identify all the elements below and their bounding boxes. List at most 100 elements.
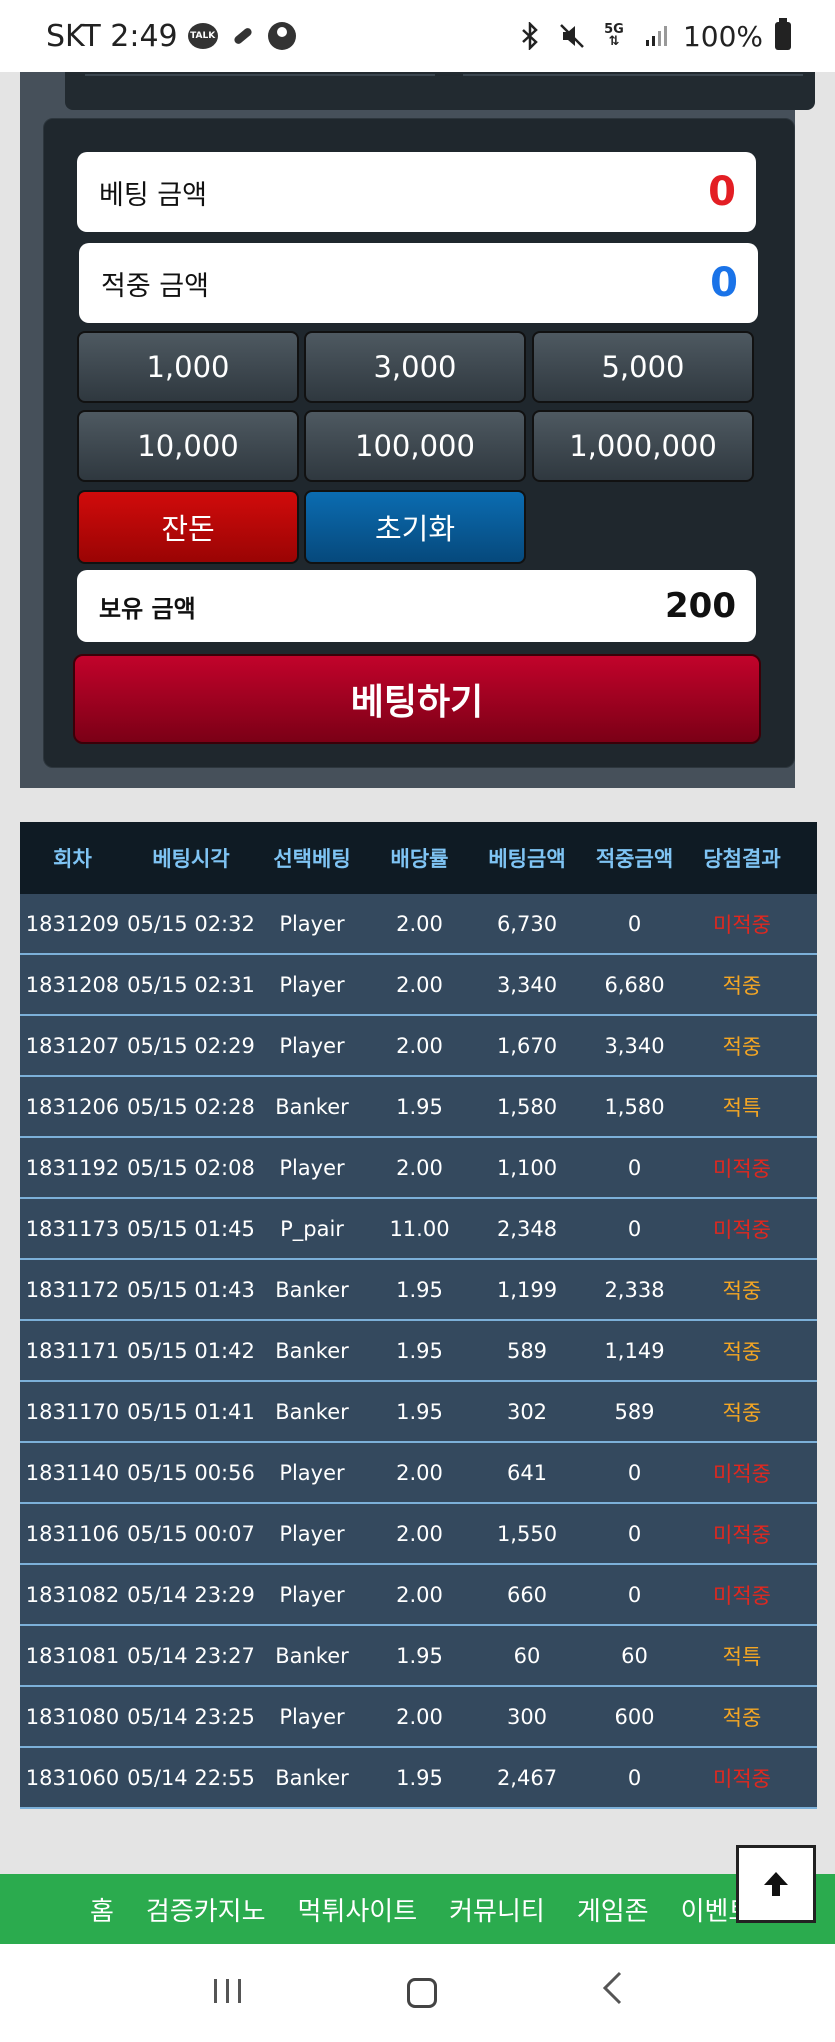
nav-verified-casino[interactable]: 검증카지노 [146,1891,266,1928]
table-row: 1831207 05/15 02:29 Player 2.00 1,670 3,340 적중 [20,1016,817,1077]
win-amount-label: 적중 금액 [101,270,209,302]
win-amount-cell: 0 [627,1216,642,1241]
win-amount-cell: 589 [614,1399,655,1424]
bet-amount-cell: 1,670 [496,1033,558,1058]
bet-amount-cell: 60 [513,1643,541,1668]
result-cell: 적특 [722,1644,762,1669]
column-header: 적중금액 [595,847,674,871]
table-row: 1831171 05/15 01:42 Banker 1.95 589 1,149 적중 [20,1321,817,1382]
result-cell: 미적중 [713,1766,771,1791]
chip-button[interactable]: 100,000 [304,410,526,482]
time-cell: 05/15 01:42 [127,1338,255,1363]
bottom-nav: 홈 검증카지노 먹튀사이트 커뮤니티 게임존 이벤트 [0,1874,835,1944]
column-header: 배당률 [390,847,449,871]
bet-amount-cell: 589 [506,1338,548,1363]
odds-cell: 1.95 [396,1277,443,1302]
time-cell: 05/15 02:29 [127,1033,255,1058]
win-amount-cell: 2,338 [604,1277,665,1302]
time-cell: 05/15 02:32 [127,911,255,936]
divider [463,72,803,76]
round-cell: 1831208 [25,972,120,997]
account-icon [267,22,296,50]
recent-apps-icon[interactable] [211,1970,245,2016]
scroll-to-top-button[interactable] [736,1845,816,1923]
table-body: 1831209 05/15 02:32 Player 2.00 6,730 0 미적중 183… [20,894,817,1809]
pick-cell: Player [279,1155,345,1180]
column-header: 베팅시각 [152,847,230,871]
bet-amount-cell: 302 [506,1399,548,1424]
odds-cell: 11.00 [389,1216,450,1241]
time-cell: 05/14 23:27 [127,1643,255,1668]
win-amount-cell: 1,149 [604,1338,665,1363]
battery-icon [775,18,791,50]
odds-cell: 1.95 [396,1765,443,1790]
chip-button[interactable]: 10,000 [77,410,299,482]
result-cell: 적중 [722,1278,762,1303]
chip-button[interactable]: 3,000 [304,331,526,403]
divider [85,72,435,76]
nav-community[interactable]: 커뮤니티 [449,1891,545,1928]
round-cell: 1831082 [25,1582,120,1607]
nav-game-zone[interactable]: 게임존 [577,1891,649,1928]
chip-button[interactable]: 1,000,000 [532,410,754,482]
round-cell: 1831172 [25,1277,120,1302]
odds-cell: 2.00 [396,1521,443,1546]
bet-amount-value: 0 [708,169,736,215]
odds-cell: 1.95 [396,1094,443,1119]
pick-cell: Banker [275,1399,349,1424]
holding-amount-label: 보유 금액 [99,594,196,623]
win-amount-field: 적중 금액 0 [79,243,758,323]
win-amount-cell: 0 [627,1155,642,1180]
table-header: 회차 베팅시각 선택베팅 배당률 베팅금액 적중금액 당첨결과 [20,822,817,894]
pick-cell: Player [279,1582,345,1607]
time-cell: 05/15 02:31 [127,972,255,997]
win-amount-cell: 6,680 [604,972,665,997]
win-amount-cell: 0 [627,1521,642,1546]
mute-icon [557,21,587,51]
back-icon[interactable] [600,1970,624,2016]
chip-button[interactable]: 5,000 [532,331,754,403]
top-strip [65,72,815,110]
win-amount-cell: 0 [627,1582,642,1607]
nav-home[interactable]: 홈 [90,1891,114,1928]
nav-scam-sites[interactable]: 먹튀사이트 [298,1891,418,1928]
pill-icon [228,21,258,51]
bet-amount-cell: 1,199 [496,1277,558,1302]
win-amount-cell: 0 [627,1765,642,1790]
table-row: 1831080 05/14 23:25 Player 2.00 300 600 적중 [20,1687,817,1748]
odds-cell: 2.00 [396,1582,443,1607]
time-cell: 05/15 00:07 [127,1521,255,1546]
bet-history-table: 회차 베팅시각 선택베팅 배당률 베팅금액 적중금액 당첨결과 1831209 0… [20,822,817,1809]
table-row: 1831173 05/15 01:45 P_pair 11.00 2,348 0 미적중 [20,1199,817,1260]
table-row: 1831140 05/15 00:56 Player 2.00 641 0 미적중 [20,1443,817,1504]
change-button[interactable]: 잔돈 [77,490,299,564]
odds-cell: 2.00 [396,1460,443,1485]
carrier-time: SKT 2:49 [46,18,178,54]
pick-cell: P_pair [280,1216,344,1241]
win-amount-cell: 60 [621,1643,648,1668]
home-icon[interactable] [407,1978,438,2008]
battery-percent: 100% [682,19,763,53]
pick-cell: Player [279,1521,345,1546]
column-header: 회차 [53,847,92,871]
round-cell: 1831192 [25,1155,120,1180]
win-amount-cell: 600 [614,1704,655,1729]
reset-button[interactable]: 초기화 [304,490,526,564]
time-cell: 05/15 02:28 [127,1094,255,1119]
result-cell: 미적중 [713,912,771,937]
pick-cell: Player [279,911,345,936]
result-cell: 미적중 [713,1583,771,1608]
holding-amount-field: 보유 금액 200 [77,570,756,642]
odds-cell: 2.00 [396,911,443,936]
result-cell: 미적중 [713,1522,771,1547]
result-cell: 적중 [722,1400,762,1425]
bet-amount-cell: 3,340 [496,972,558,997]
pick-cell: Banker [275,1094,349,1119]
place-bet-button[interactable]: 베팅하기 [73,654,761,744]
odds-cell: 1.95 [396,1399,443,1424]
bluetooth-icon [515,21,545,51]
round-cell: 1831173 [25,1216,120,1241]
result-cell: 적중 [722,1339,762,1364]
column-header: 당첨결과 [703,847,781,871]
chip-button[interactable]: 1,000 [77,331,299,403]
